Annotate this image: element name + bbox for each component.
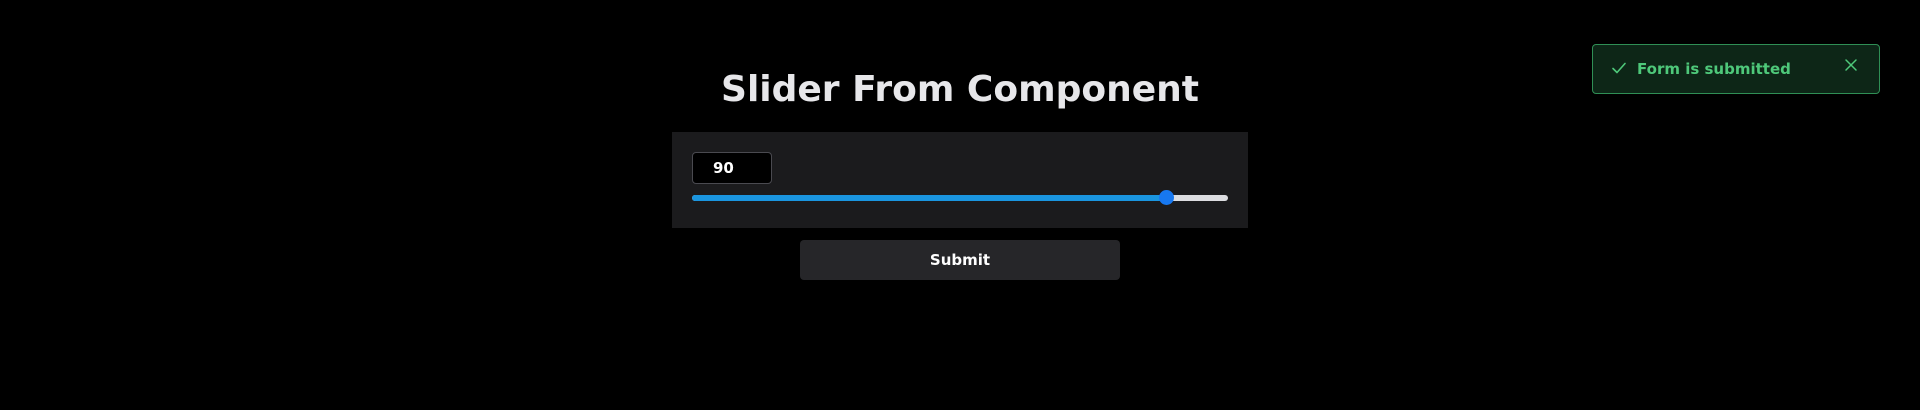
slider-thumb[interactable]: [1158, 190, 1174, 205]
submit-button[interactable]: Submit: [800, 240, 1120, 280]
slider-panel: [672, 132, 1248, 228]
success-toast: Form is submitted: [1592, 44, 1880, 94]
page: Slider From Component Submit Form is sub…: [0, 0, 1920, 410]
check-icon: [1612, 62, 1626, 74]
slider-value-input[interactable]: [692, 152, 772, 184]
toast-message: Form is submitted: [1637, 60, 1791, 78]
close-icon[interactable]: [1843, 57, 1859, 73]
range-slider[interactable]: [692, 190, 1228, 206]
slider-fill: [692, 195, 1170, 201]
